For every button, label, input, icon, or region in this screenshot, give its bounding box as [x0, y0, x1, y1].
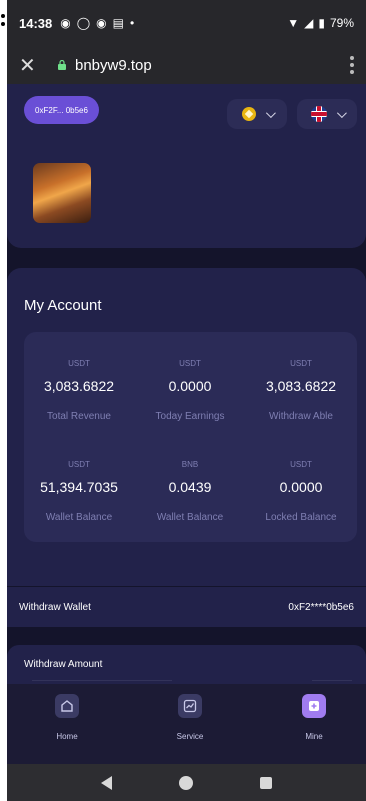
stat-value: 0.0439 [168, 479, 212, 495]
uk-flag-icon [310, 106, 327, 122]
stat-label: Total Revenue [47, 411, 111, 422]
stat-withdraw-able: USDT 3,083.6822 Withdraw Able [246, 359, 356, 422]
stat-wallet-balance-usdt: USDT 51,394.7035 Wallet Balance [24, 460, 134, 523]
status-time: 14:38 [19, 15, 53, 31]
withdraw-wallet-row[interactable]: Withdraw Wallet 0xF2****0b5e6 [7, 587, 366, 627]
tab-label: Home [56, 732, 78, 741]
stat-unit: USDT [179, 359, 201, 368]
home-icon [55, 694, 79, 718]
stat-label: Withdraw Able [269, 411, 333, 422]
messenger-icon: ◉ [96, 16, 107, 30]
withdraw-amount-section: Withdraw Amount [7, 645, 366, 684]
phone-screen: 14:38 ◉ ◯ ◉ ▤ • ▼ ◢ ▮ 79% ✕ bnbyw9.top 0… [7, 0, 366, 801]
language-selector[interactable] [297, 99, 357, 129]
divider [312, 680, 352, 681]
notes-icon: ▤ [112, 16, 124, 30]
header-card: 0xF2F... 0b5e6 [7, 84, 366, 248]
avatar [33, 163, 91, 223]
tab-service[interactable]: Service [160, 694, 220, 741]
divider [32, 680, 172, 681]
stat-value: 3,083.6822 [43, 378, 115, 394]
stat-value: 51,394.7035 [40, 479, 118, 495]
stat-value: 0.0000 [168, 378, 212, 394]
whatsapp-icon: ◯ [76, 16, 91, 30]
close-icon[interactable]: ✕ [19, 53, 45, 78]
recents-icon[interactable] [260, 776, 273, 789]
status-right: ▼ ◢ ▮ 79% [287, 16, 354, 30]
stat-total-revenue: USDT 3,083.6822 Total Revenue [24, 359, 134, 422]
system-nav-bar [7, 764, 366, 801]
stat-locked-balance: USDT 0.0000 Locked Balance [246, 460, 356, 523]
back-icon[interactable] [100, 775, 112, 790]
plus-icon [302, 694, 326, 718]
url-text[interactable]: bnbyw9.top [75, 57, 152, 74]
stats-panel: USDT 3,083.6822 Total Revenue USDT 0.000… [24, 332, 357, 542]
page-content: 0xF2F... 0b5e6 My Account USDT 3,083.682… [7, 84, 366, 684]
account-card: My Account USDT 3,083.6822 Total Revenue… [7, 268, 366, 586]
withdraw-amount-label: Withdraw Amount [24, 659, 103, 670]
bottom-tab-bar: Home Service Mine [7, 680, 366, 764]
stat-unit: USDT [290, 359, 312, 368]
browser-menu-icon[interactable] [350, 56, 354, 74]
stat-label: Wallet Balance [45, 512, 113, 523]
stat-value: 0.0000 [279, 479, 323, 495]
chevron-down-icon [336, 107, 347, 118]
bnb-coin-icon [241, 107, 256, 121]
signal-icon: ◢ [304, 16, 314, 30]
chart-icon [178, 694, 202, 718]
wallet-address-button[interactable]: 0xF2F... 0b5e6 [24, 96, 99, 124]
chat-icon: ◉ [60, 16, 71, 30]
stat-label: Today Earnings [155, 411, 225, 422]
stat-unit: USDT [68, 460, 90, 469]
notification-icons: ◉ ◯ ◉ ▤ • [60, 16, 134, 30]
browser-url-bar: ✕ bnbyw9.top [7, 46, 366, 84]
home-button-icon[interactable] [178, 775, 193, 790]
stat-unit: USDT [68, 359, 90, 368]
stat-wallet-balance-bnb: BNB 0.0439 Wallet Balance [135, 460, 245, 523]
wifi-icon: ▼ [287, 16, 300, 30]
battery-percent: 79% [329, 16, 354, 30]
lock-icon [58, 60, 66, 70]
stat-today-earnings: USDT 0.0000 Today Earnings [135, 359, 245, 422]
stat-unit: BNB [181, 460, 199, 469]
battery-icon: ▮ [318, 16, 325, 30]
tab-label: Service [176, 732, 204, 741]
coin-selector[interactable] [227, 99, 287, 129]
left-edge-dots [0, 10, 7, 30]
more-dot-icon: • [130, 16, 135, 30]
stat-label: Wallet Balance [156, 512, 224, 523]
tab-label: Mine [305, 732, 323, 741]
stat-label: Locked Balance [265, 512, 337, 523]
chevron-down-icon [265, 107, 276, 118]
tab-mine[interactable]: Mine [284, 694, 344, 741]
withdraw-wallet-label: Withdraw Wallet [19, 601, 91, 613]
stat-unit: USDT [290, 460, 312, 469]
stat-value: 3,083.6822 [265, 378, 337, 394]
withdraw-wallet-address: 0xF2****0b5e6 [288, 601, 354, 613]
account-title: My Account [24, 297, 102, 314]
tab-home[interactable]: Home [37, 694, 97, 741]
status-bar: 14:38 ◉ ◯ ◉ ▤ • ▼ ◢ ▮ 79% [7, 0, 366, 46]
